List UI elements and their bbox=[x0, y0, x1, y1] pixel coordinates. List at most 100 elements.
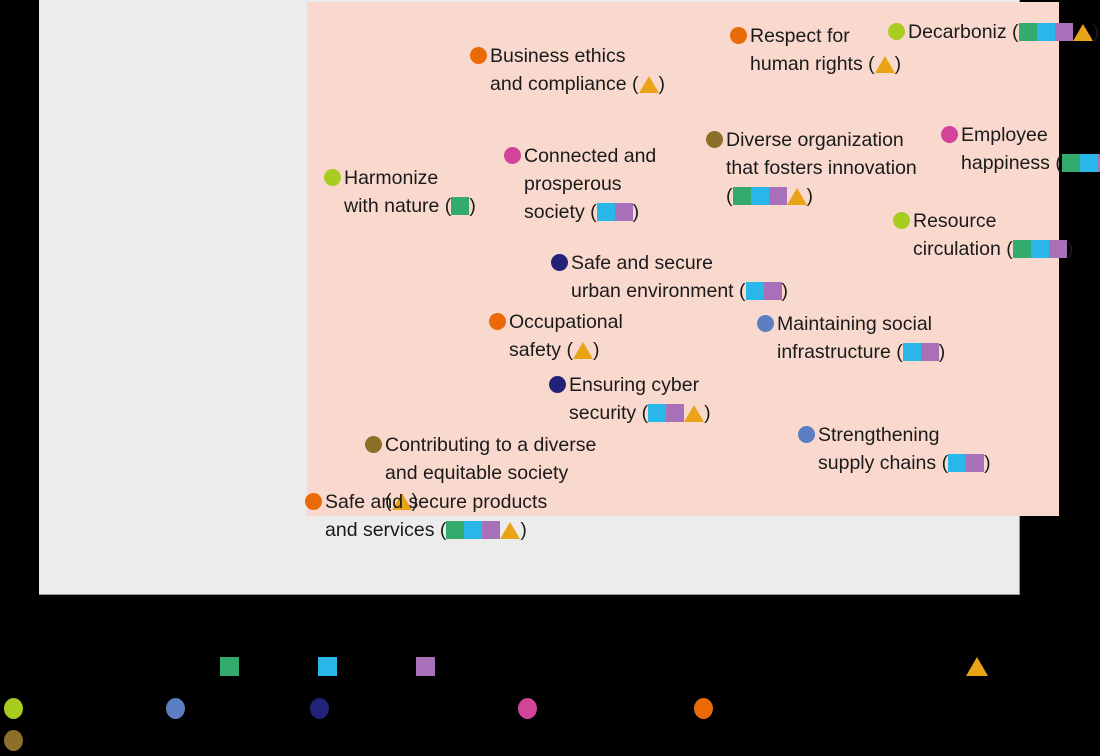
cyan-square-chip-icon bbox=[1036, 23, 1055, 41]
data-point-label-line: with nature () bbox=[324, 192, 476, 220]
legend-item[interactable] bbox=[310, 697, 337, 719]
data-point-label-text: Contributing to a diverse bbox=[385, 434, 597, 456]
data-point-label-line: infrastructure () bbox=[757, 338, 945, 366]
data-point-label-text: happiness bbox=[961, 152, 1050, 174]
data-point-label-line: that fosters innovation bbox=[706, 154, 917, 182]
category-chip-group: () bbox=[1050, 152, 1100, 174]
amber-triangle-chip-icon bbox=[572, 342, 593, 359]
legend-item[interactable] bbox=[518, 697, 545, 719]
green-square-chip-icon bbox=[220, 656, 239, 676]
data-point-label-text: Respect for bbox=[750, 25, 850, 47]
data-point-label-line: security () bbox=[549, 399, 711, 427]
data-point-marker-icon bbox=[324, 169, 341, 186]
amber-triangle-chip-icon bbox=[684, 405, 705, 422]
legend-item[interactable] bbox=[220, 655, 247, 676]
data-point-label-line: Connected and bbox=[504, 142, 656, 170]
legend-item[interactable] bbox=[166, 697, 193, 719]
data-point-label-line: Harmonize bbox=[324, 164, 476, 192]
legend-item[interactable] bbox=[966, 655, 996, 676]
data-point-marker-icon bbox=[798, 426, 815, 443]
data-point-label-line: supply chains () bbox=[798, 449, 991, 477]
data-point-label-text: society bbox=[524, 201, 585, 223]
data-point-label-text: Connected and bbox=[524, 145, 657, 167]
data-point-label[interactable]: Ensuring cyber security () bbox=[549, 371, 711, 427]
data-point-label[interactable]: Harmonize with nature () bbox=[324, 164, 476, 220]
category-chip-group: () bbox=[890, 341, 946, 363]
purple-square-chip-icon bbox=[1054, 23, 1073, 41]
legend-item[interactable] bbox=[4, 729, 31, 751]
data-point-label-line: Employee bbox=[941, 121, 1100, 149]
green-square-chip-icon bbox=[1012, 240, 1031, 258]
purple-square-chip-icon bbox=[966, 454, 985, 472]
green-square-chip-icon bbox=[1018, 23, 1037, 41]
data-point-label-text: infrastructure bbox=[777, 341, 891, 363]
data-point-label[interactable]: Safe and secure urban environment () bbox=[551, 249, 788, 305]
category-chip-group: () bbox=[626, 73, 666, 95]
olive-circle-icon bbox=[4, 729, 23, 751]
data-point-label-line: Safe and secure bbox=[551, 249, 788, 277]
amber-triangle-chip-icon bbox=[638, 76, 659, 93]
cyan-square-chip-icon bbox=[596, 203, 615, 221]
data-point-label[interactable]: Safe and secure products and services () bbox=[305, 488, 547, 544]
data-point-marker-icon bbox=[730, 27, 747, 44]
data-point-label-text: Safe and secure bbox=[571, 252, 714, 274]
legend-item[interactable] bbox=[4, 697, 31, 719]
cyan-square-chip-icon bbox=[902, 343, 921, 361]
amber-triangle-chip-icon bbox=[500, 522, 521, 539]
category-chip-group: () bbox=[726, 185, 813, 207]
category-chip-group: () bbox=[862, 53, 902, 75]
category-chip-group: () bbox=[439, 195, 476, 217]
category-chip-group: () bbox=[733, 280, 789, 302]
data-point-label-text: supply chains bbox=[818, 452, 937, 474]
data-point-label-line: Occupational bbox=[489, 308, 623, 336]
data-point-label[interactable]: Business ethics and compliance () bbox=[470, 42, 665, 98]
data-point-label-text: human rights bbox=[750, 53, 863, 75]
green-square-chip-icon bbox=[451, 197, 470, 215]
data-point-label[interactable]: Occupational safety () bbox=[489, 308, 623, 364]
data-point-label-line: Respect for bbox=[730, 22, 901, 50]
purple-square-chip-icon bbox=[920, 343, 939, 361]
data-point-label-line: and equitable society bbox=[365, 459, 596, 487]
data-point-label-text: and equitable society bbox=[385, 462, 569, 484]
data-point-label[interactable]: Diverse organization that fosters innovat… bbox=[706, 126, 917, 210]
data-point-label-line: Business ethics bbox=[470, 42, 665, 70]
legend-item[interactable] bbox=[416, 655, 443, 676]
data-point-label-line: safety () bbox=[489, 336, 623, 364]
purple-square-chip-icon bbox=[666, 404, 685, 422]
legend-item[interactable] bbox=[694, 697, 721, 719]
chart-legend bbox=[0, 595, 1100, 756]
data-point-label[interactable]: Decarboniz () bbox=[888, 18, 1099, 46]
magenta-circle-icon bbox=[518, 697, 537, 719]
data-point-label[interactable]: Strengthening supply chains () bbox=[798, 421, 991, 477]
category-chip-group: () bbox=[1000, 238, 1074, 260]
purple-square-chip-icon bbox=[1048, 240, 1067, 258]
purple-square-chip-icon bbox=[482, 521, 501, 539]
category-chip-group: () bbox=[936, 452, 991, 474]
data-point-label-text: security bbox=[569, 402, 637, 424]
data-point-label-line: circulation () bbox=[893, 235, 1073, 263]
data-point-label-text: Business ethics bbox=[490, 45, 626, 67]
data-point-label-text: Safe and secure products bbox=[325, 491, 548, 513]
navy-circle-icon bbox=[310, 697, 329, 719]
data-point-label-line: Maintaining social bbox=[757, 310, 945, 338]
data-point-label[interactable]: Employee happiness () bbox=[941, 121, 1100, 177]
cyan-square-chip-icon bbox=[318, 656, 337, 676]
category-chip-group: () bbox=[1006, 21, 1100, 43]
purple-square-chip-icon bbox=[768, 187, 787, 205]
data-point-marker-icon bbox=[549, 376, 566, 393]
data-point-label-line: happiness () bbox=[941, 149, 1100, 177]
data-point-label[interactable]: Maintaining social infrastructure () bbox=[757, 310, 945, 366]
data-point-label[interactable]: Connected and prosperous society () bbox=[504, 142, 656, 226]
amber-triangle-chip-icon bbox=[874, 56, 895, 73]
data-point-label-text: Maintaining social bbox=[777, 313, 933, 335]
cyan-square-chip-icon bbox=[1079, 154, 1098, 172]
data-point-label[interactable]: Respect for human rights () bbox=[730, 22, 901, 78]
green-square-chip-icon bbox=[446, 521, 465, 539]
data-point-marker-icon bbox=[888, 23, 905, 40]
purple-square-chip-icon bbox=[416, 656, 435, 676]
data-point-label[interactable]: Resource circulation () bbox=[893, 207, 1073, 263]
data-point-label-text: prosperous bbox=[524, 173, 622, 195]
data-point-label-text: and services bbox=[325, 519, 435, 541]
data-point-label-text: Diverse organization bbox=[726, 129, 904, 151]
legend-item[interactable] bbox=[318, 655, 345, 676]
